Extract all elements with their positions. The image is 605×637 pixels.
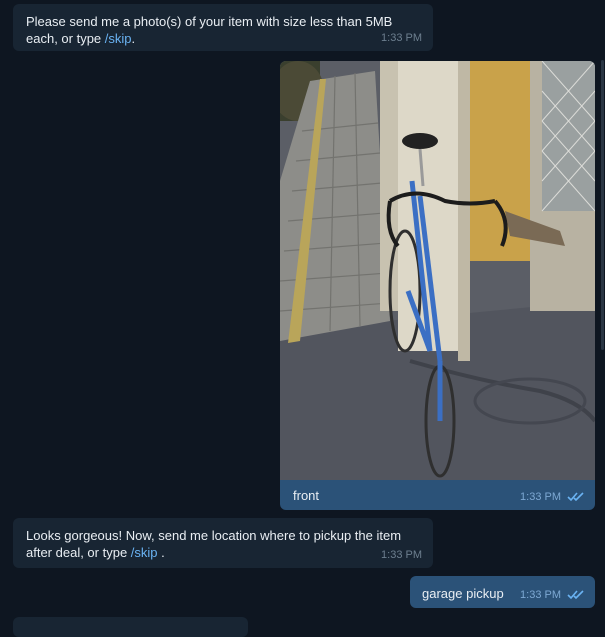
photo-caption: front	[293, 488, 320, 503]
outgoing-photo-message[interactable]: front 1:33 PM	[280, 61, 595, 510]
message-time: 1:33 PM	[520, 489, 584, 506]
scrollbar-thumb[interactable]	[601, 60, 604, 350]
incoming-message[interactable]: Looks gorgeous! Now, send me location wh…	[13, 518, 433, 568]
message-text-part: Looks gorgeous! Now, send me location wh…	[26, 528, 402, 560]
outgoing-message[interactable]: garage pickup 1:33 PM	[410, 576, 595, 608]
message-text-part: .	[131, 31, 136, 46]
message-text-part: .	[157, 545, 165, 560]
message-time: 1:33 PM	[381, 32, 422, 44]
incoming-message[interactable]: Please send me a photo(s) of your item w…	[13, 4, 433, 51]
message-time: 1:33 PM	[520, 587, 584, 604]
message-text: Looks gorgeous! Now, send me location wh…	[13, 518, 433, 567]
message-text: Please send me a photo(s) of your item w…	[13, 4, 433, 53]
incoming-message-partial[interactable]	[13, 617, 248, 637]
read-checkmarks-icon	[567, 590, 584, 600]
skip-link[interactable]: /skip	[131, 545, 158, 560]
time-label: 1:33 PM	[520, 491, 561, 503]
time-label: 1:33 PM	[520, 589, 561, 601]
skip-link[interactable]: /skip	[105, 31, 132, 46]
message-time: 1:33 PM	[381, 549, 422, 561]
message-text-part: Please send me a photo(s) of your item w…	[26, 14, 393, 46]
bicycle-photo[interactable]	[280, 61, 595, 480]
chat-area[interactable]: Please send me a photo(s) of your item w…	[0, 0, 605, 637]
read-checkmarks-icon	[567, 492, 584, 502]
